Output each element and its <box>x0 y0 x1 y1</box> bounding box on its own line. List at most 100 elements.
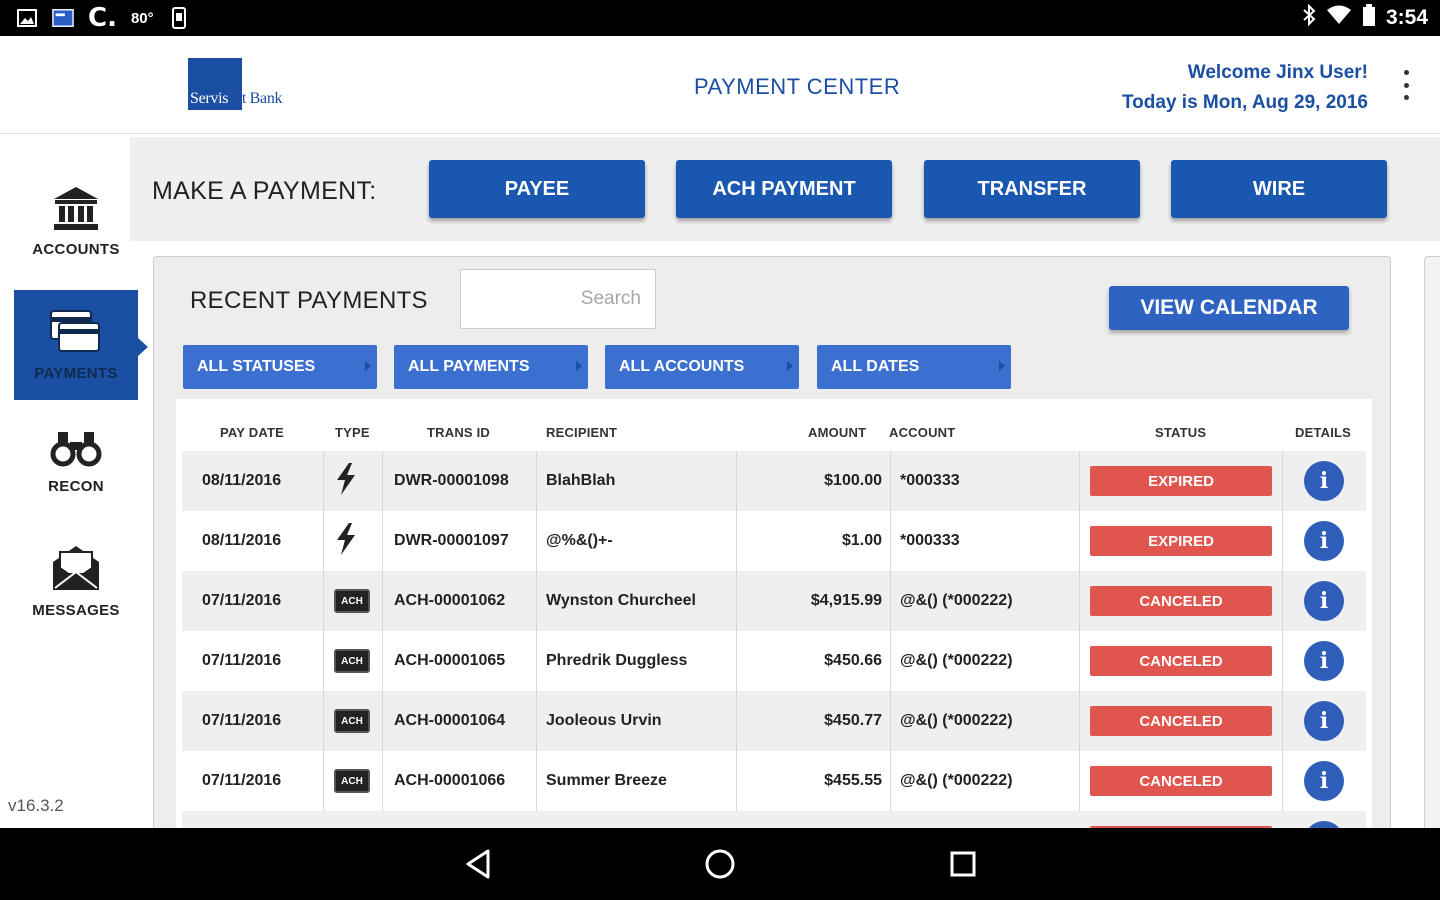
search-input[interactable] <box>460 269 656 329</box>
version-label: v16.3.2 <box>8 796 64 815</box>
envelope-icon <box>51 544 101 596</box>
sim-icon <box>168 7 190 29</box>
welcome-block: Welcome Jinx User! Today is Mon, Aug 29,… <box>1122 58 1368 118</box>
table-row[interactable]: 08/11/2016 DWR-00001098 BlahBlah $100.00 *00… <box>182 451 1366 511</box>
filter-statuses[interactable]: ALL STATUSES <box>183 345 377 389</box>
date-text: Today is Mon, Aug 29, 2016 <box>1121 92 1368 113</box>
bluetooth-icon <box>1302 3 1316 32</box>
status-badge: CANCELED <box>1090 646 1272 676</box>
gallery-notification-icon <box>16 8 38 28</box>
amount-cell: $1.00 <box>841 532 882 549</box>
pay-date-cell: 08/11/2016 <box>202 532 282 549</box>
status-badge: CANCELED <box>1090 586 1272 616</box>
amount-cell: $4,915.99 <box>810 592 882 609</box>
app-header: Servis1st Bank PAYMENT CENTER Welcome Ji… <box>0 36 1440 134</box>
type-cell <box>334 511 358 571</box>
recipient-cell: Phredrik Duggless <box>546 652 688 669</box>
binoculars-icon <box>50 428 102 472</box>
amount-cell: $450.66 <box>824 652 882 669</box>
overflow-menu-icon[interactable] <box>1396 70 1416 100</box>
battery-icon <box>1362 4 1376 32</box>
table-header: PAY DATE TYPE TRANS ID RECIPIENT AMOUNT … <box>176 399 1372 449</box>
wire-bolt-icon <box>334 522 358 561</box>
payments-table: PAY DATE TYPE TRANS ID RECIPIENT AMOUNT … <box>176 399 1372 847</box>
caret-right-icon <box>365 361 371 371</box>
panel-edge <box>1424 256 1440 846</box>
wire-button[interactable]: WIRE <box>1171 160 1387 218</box>
recent-payments-title: RECENT PAYMENTS <box>190 287 428 314</box>
trans-id-cell: ACH-00001066 <box>394 772 506 789</box>
make-payment-label: MAKE A PAYMENT: <box>152 177 377 205</box>
home-icon[interactable] <box>702 846 738 882</box>
page-title: PAYMENT CENTER <box>694 74 901 99</box>
type-cell: ACH <box>334 751 370 811</box>
pay-date-cell: 07/11/2016 <box>202 592 282 609</box>
col-amount: AMOUNT <box>808 425 867 440</box>
recipient-cell: Jooleous Urvin <box>546 712 662 729</box>
sidebar: ACCOUNTS PAYMENTS RECON MESSAGES v16.3.2 <box>0 134 148 828</box>
account-cell: @&() (*000222) <box>900 592 1013 609</box>
bank-icon <box>51 185 101 235</box>
trans-id-cell: DWR-00001098 <box>394 472 509 489</box>
payee-button[interactable]: PAYEE <box>429 160 645 218</box>
sidebar-item-accounts[interactable]: ACCOUNTS <box>14 166 138 276</box>
info-icon[interactable]: i <box>1304 521 1344 561</box>
ach-badge-icon: ACH <box>334 769 370 793</box>
ach-payment-button[interactable]: ACH PAYMENT <box>676 160 892 218</box>
info-icon[interactable]: i <box>1304 641 1344 681</box>
recent-payments-panel: RECENT PAYMENTS VIEW CALENDAR ALL STATUS… <box>153 256 1391 847</box>
status-badge: EXPIRED <box>1090 466 1272 496</box>
transfer-button[interactable]: TRANSFER <box>924 160 1140 218</box>
android-nav-bar <box>0 828 1440 900</box>
wifi-icon <box>1326 5 1352 31</box>
caret-right-icon <box>576 361 582 371</box>
filter-payments[interactable]: ALL PAYMENTS <box>394 345 588 389</box>
sidebar-item-label: MESSAGES <box>32 601 120 619</box>
amount-cell: $100.00 <box>824 472 882 489</box>
recipient-cell: BlahBlah <box>546 472 616 489</box>
table-row[interactable]: 08/11/2016 DWR-00001097 @%&()+- $1.00 *00033… <box>182 511 1366 571</box>
carrier-text: C. <box>88 3 117 33</box>
sidebar-item-recon[interactable]: RECON <box>14 406 138 516</box>
pay-date-cell: 07/11/2016 <box>202 712 282 729</box>
filter-accounts[interactable]: ALL ACCOUNTS <box>605 345 799 389</box>
info-icon[interactable]: i <box>1304 581 1344 621</box>
temperature-text: 80° <box>130 9 154 27</box>
type-cell <box>334 451 358 511</box>
col-account: ACCOUNT <box>889 425 956 440</box>
trans-id-cell: DWR-00001097 <box>394 532 509 549</box>
account-cell: @&() (*000222) <box>900 652 1013 669</box>
table-row[interactable]: 07/11/2016 ACH ACH-00001062 Wynston Churche… <box>182 571 1366 631</box>
filter-dates[interactable]: ALL DATES <box>817 345 1011 389</box>
ach-badge-icon: ACH <box>334 589 370 613</box>
status-badge: EXPIRED <box>1090 526 1272 556</box>
table-row[interactable]: 07/11/2016 ACH ACH-00001065 Phredrik Duggle… <box>182 631 1366 691</box>
pay-date-cell: 07/11/2016 <box>202 652 282 669</box>
sidebar-item-label: ACCOUNTS <box>32 240 120 258</box>
make-payment-bar: MAKE A PAYMENT: PAYEE ACH PAYMENT TRANSF… <box>130 137 1440 241</box>
table-row[interactable]: 07/11/2016 ACH ACH-00001064 Jooleous Urvin $… <box>182 691 1366 751</box>
back-icon[interactable] <box>460 846 496 882</box>
sidebar-item-messages[interactable]: MESSAGES <box>14 526 138 636</box>
account-cell: @&() (*000222) <box>900 712 1013 729</box>
table-row[interactable]: 07/11/2016 ACH ACH-00001066 Summer Breeze $4… <box>182 751 1366 811</box>
wire-bolt-icon <box>334 462 358 501</box>
pay-date-cell: 07/11/2016 <box>202 772 282 789</box>
recipient-cell: Summer Breeze <box>546 772 667 789</box>
info-icon[interactable]: i <box>1304 701 1344 741</box>
status-badge: CANCELED <box>1090 706 1272 736</box>
type-cell: ACH <box>334 631 370 691</box>
bank-logo: Servis1st Bank <box>188 58 310 110</box>
info-icon[interactable]: i <box>1304 461 1344 501</box>
pay-date-cell: 08/11/2016 <box>202 472 282 489</box>
account-cell: *000333 <box>900 532 960 549</box>
amount-cell: $450.77 <box>824 712 882 729</box>
info-icon[interactable]: i <box>1304 761 1344 801</box>
caret-right-icon <box>999 361 1005 371</box>
sidebar-item-label: RECON <box>48 477 104 495</box>
view-calendar-button[interactable]: VIEW CALENDAR <box>1109 286 1349 330</box>
recipient-cell: Wynston Churcheel <box>546 592 696 609</box>
type-cell: ACH <box>334 571 370 631</box>
recents-icon[interactable] <box>945 846 981 882</box>
sidebar-item-payments[interactable]: PAYMENTS <box>14 290 148 400</box>
